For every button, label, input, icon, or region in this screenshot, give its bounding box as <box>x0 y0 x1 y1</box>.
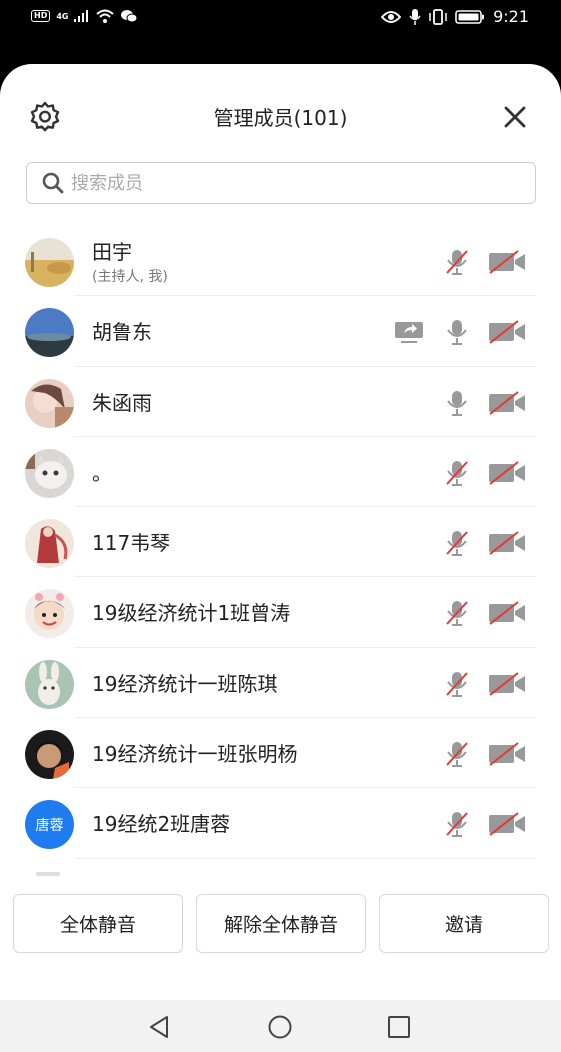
search-input[interactable] <box>71 172 491 194</box>
eye-icon <box>381 10 402 23</box>
member-name: 田宇 <box>92 240 132 264</box>
battery-icon <box>455 9 485 24</box>
clock: 9:21 <box>493 7 529 26</box>
camera-off-icon[interactable] <box>488 530 526 556</box>
avatar <box>25 519 74 569</box>
member-row[interactable]: 朱函雨 <box>0 367 561 437</box>
member-controls <box>444 529 526 557</box>
unmute-all-button[interactable]: 解除全体静音 <box>196 894 366 953</box>
action-bar: 全体静音 解除全体静音 邀请 <box>0 894 561 954</box>
mic-muted-icon[interactable] <box>444 740 470 768</box>
member-row[interactable]: 。 <box>0 437 561 508</box>
camera-off-icon[interactable] <box>488 600 526 626</box>
camera-off-icon[interactable] <box>488 460 526 486</box>
member-controls <box>444 740 526 768</box>
mic-muted-icon[interactable] <box>444 529 470 557</box>
mic-muted-icon[interactable] <box>444 670 470 698</box>
member-name: 117韦琴 <box>92 531 171 556</box>
avatar <box>25 448 74 498</box>
screen-share-icon[interactable] <box>394 320 424 344</box>
camera-off-icon[interactable] <box>488 390 526 416</box>
avatar <box>25 378 74 428</box>
member-row[interactable]: 19经济统计一班陈琪 <box>0 648 561 719</box>
row-divider <box>74 857 536 859</box>
page-title: 管理成员(101) <box>213 106 348 130</box>
camera-off-icon[interactable] <box>488 249 526 275</box>
status-left: HD 4G <box>31 9 138 23</box>
signal-icon <box>74 10 89 22</box>
camera-off-icon[interactable] <box>488 319 526 345</box>
avatar <box>25 308 74 358</box>
status-right: 9:21 <box>381 7 529 26</box>
member-row[interactable]: 117韦琴 <box>0 507 561 578</box>
hd-badge: HD <box>31 10 51 22</box>
next-row-peek <box>36 872 60 876</box>
vibrate-icon <box>429 8 447 25</box>
status-bar: HD 4G 9:21 <box>0 0 561 36</box>
avatar: 唐蓉 <box>25 800 74 850</box>
mic-muted-icon[interactable] <box>444 248 470 276</box>
wifi-icon <box>96 9 115 23</box>
member-row[interactable]: 田宇 (主持人, 我) <box>0 226 561 297</box>
member-name: 19级经济统计1班曾涛 <box>92 601 291 626</box>
search-box[interactable] <box>26 162 536 204</box>
wechat-icon <box>121 10 138 23</box>
member-row[interactable]: 19经济统计一班张明杨 <box>0 718 561 789</box>
avatar <box>25 659 74 709</box>
system-nav-bar <box>0 1000 561 1052</box>
avatar <box>25 238 74 287</box>
member-role: (主持人, 我) <box>92 269 168 285</box>
avatar <box>25 589 74 639</box>
invite-button[interactable]: 邀请 <box>379 894 549 953</box>
member-controls <box>444 810 526 838</box>
mic-muted-icon[interactable] <box>444 459 470 487</box>
mic-muted-icon[interactable] <box>444 599 470 627</box>
member-management-sheet: 管理成员(101) 田宇 (主持人, 我) <box>0 64 561 1000</box>
mic-icon[interactable] <box>444 318 470 346</box>
camera-off-icon[interactable] <box>488 811 526 837</box>
member-controls <box>444 459 526 487</box>
member-list: 田宇 (主持人, 我) 胡鲁东 朱函雨 。 117韦琴 19级经济统计1班曾涛 … <box>0 226 561 859</box>
member-controls <box>444 389 526 417</box>
camera-off-icon[interactable] <box>488 671 526 697</box>
camera-off-icon[interactable] <box>488 741 526 767</box>
mic-muted-icon[interactable] <box>444 810 470 838</box>
network-type: 4G <box>56 11 69 21</box>
member-row[interactable]: 胡鲁东 <box>0 296 561 367</box>
recents-icon[interactable] <box>386 1014 412 1040</box>
search-icon <box>42 172 64 194</box>
avatar <box>25 730 74 780</box>
member-name: 19经济统计一班陈琪 <box>92 671 278 696</box>
member-controls <box>394 318 526 346</box>
member-name: 胡鲁东 <box>92 320 152 345</box>
member-name: 朱函雨 <box>92 390 152 415</box>
member-controls <box>444 599 526 627</box>
back-icon[interactable] <box>147 1014 173 1040</box>
close-icon[interactable] <box>500 102 530 132</box>
sheet-header: 管理成员(101) <box>0 64 561 162</box>
member-row[interactable]: 唐蓉 19经统2班唐蓉 <box>0 788 561 859</box>
member-row[interactable]: 19级经济统计1班曾涛 <box>0 577 561 648</box>
mute-all-button[interactable]: 全体静音 <box>13 894 183 953</box>
member-name: 19经济统计一班张明杨 <box>92 742 298 767</box>
member-controls <box>444 248 526 276</box>
mic-icon[interactable] <box>444 389 470 417</box>
mic-status-icon <box>409 8 421 25</box>
home-icon[interactable] <box>267 1014 293 1040</box>
member-controls <box>444 670 526 698</box>
member-name: 。 <box>92 460 112 485</box>
member-name: 19经统2班唐蓉 <box>92 812 231 837</box>
